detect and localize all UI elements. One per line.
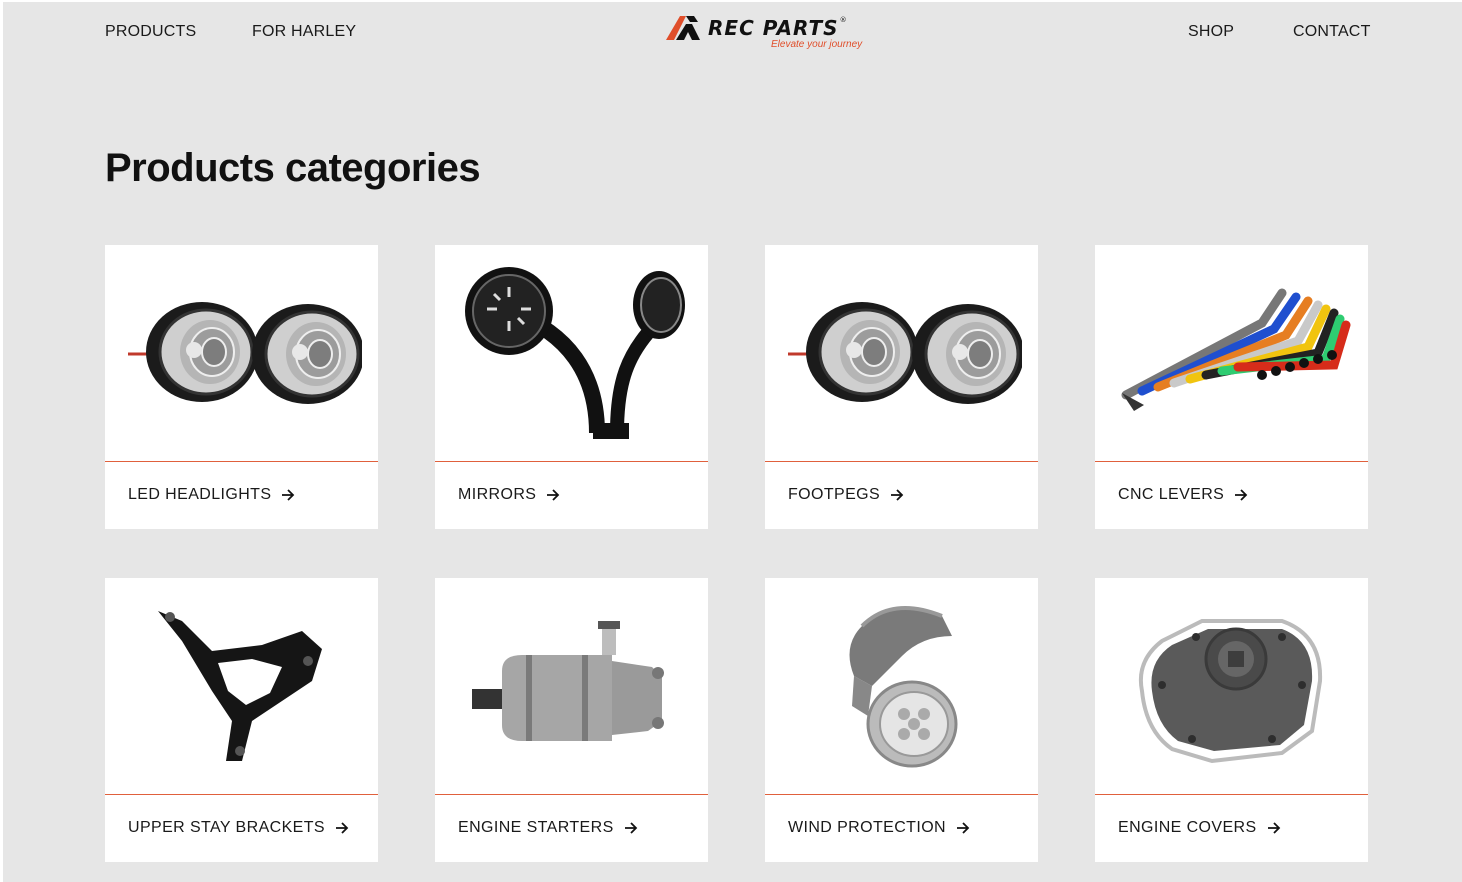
card-divider (1095, 794, 1368, 795)
rec-parts-logo[interactable]: REC PARTS® Elevate your journey (664, 14, 874, 54)
upper-stay-bracket-image (105, 578, 378, 794)
category-label: FOOTPEGS (788, 486, 904, 504)
category-card-mirrors[interactable]: MIRRORS (435, 245, 708, 529)
wind-protection-image (765, 578, 1038, 794)
category-label: ENGINE STARTERS (458, 819, 638, 837)
frame-left-edge (0, 0, 3, 882)
card-divider (435, 461, 708, 462)
arrow-right-icon (624, 822, 637, 834)
category-card-wind-protection[interactable]: WIND PROTECTION (765, 578, 1038, 862)
category-card-footpegs[interactable]: FOOTPEGS (765, 245, 1038, 529)
engine-cover-image (1095, 578, 1368, 794)
card-divider (1095, 461, 1368, 462)
nav-contact[interactable]: CONTACT (1293, 23, 1371, 41)
mirrors-image (435, 245, 708, 461)
category-card-engine-covers[interactable]: ENGINE COVERS (1095, 578, 1368, 862)
category-label: CNC LEVERS (1118, 486, 1248, 504)
arrow-right-icon (957, 822, 970, 834)
logo-brand: REC PARTS® (708, 16, 848, 40)
arrow-right-icon (891, 489, 904, 501)
category-card-cnc-levers[interactable]: CNC LEVERS (1095, 245, 1368, 529)
logo-tagline: Elevate your journey (771, 39, 863, 50)
top-navigation: PRODUCTS FOR HARLEY REC PARTS® Elevate y… (0, 0, 1462, 66)
card-divider (105, 461, 378, 462)
card-divider (105, 794, 378, 795)
arrow-right-icon (282, 489, 295, 501)
card-divider (765, 794, 1038, 795)
cnc-levers-image (1095, 245, 1368, 461)
arrow-right-icon (1267, 822, 1280, 834)
category-card-upper-stay-brackets[interactable]: UPPER STAY BRACKETS (105, 578, 378, 862)
nav-products[interactable]: PRODUCTS (105, 23, 196, 41)
arrow-right-icon (335, 822, 349, 834)
category-label: LED HEADLIGHTS (128, 486, 295, 504)
category-card-led-headlights[interactable]: LED HEADLIGHTS (105, 245, 378, 529)
logo-mark-icon (666, 16, 700, 40)
led-headlights-image (105, 245, 378, 461)
arrow-right-icon (1235, 489, 1248, 501)
footpegs-image (765, 245, 1038, 461)
engine-starter-image (435, 578, 708, 794)
card-divider (435, 794, 708, 795)
category-label: UPPER STAY BRACKETS (128, 819, 349, 837)
nav-for-harley[interactable]: FOR HARLEY (252, 23, 356, 41)
arrow-right-icon (547, 489, 560, 501)
category-label: ENGINE COVERS (1118, 819, 1281, 837)
category-label: WIND PROTECTION (788, 819, 970, 837)
category-label: MIRRORS (458, 486, 560, 504)
category-card-engine-starters[interactable]: ENGINE STARTERS (435, 578, 708, 862)
page-title: Products categories (105, 146, 481, 190)
nav-shop[interactable]: SHOP (1188, 23, 1234, 41)
card-divider (765, 461, 1038, 462)
